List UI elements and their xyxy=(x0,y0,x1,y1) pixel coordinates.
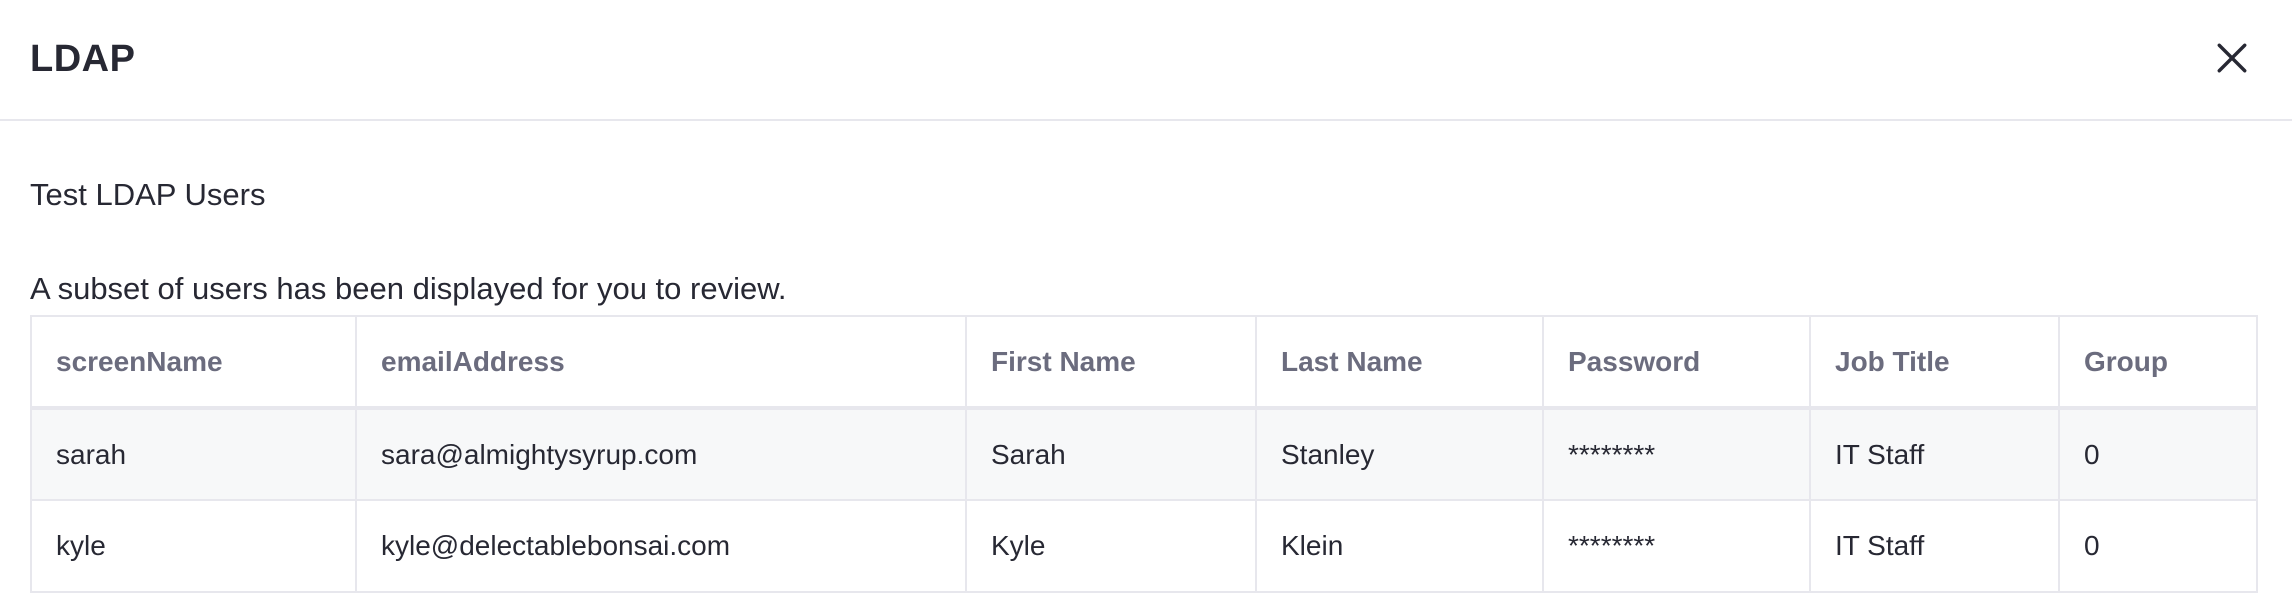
cell-first-name: Kyle xyxy=(965,499,1257,593)
column-header-first-name: First Name xyxy=(965,315,1257,410)
column-header-last-name: Last Name xyxy=(1255,315,1544,410)
cell-emailaddress: kyle@delectablebonsai.com xyxy=(355,499,967,593)
cell-last-name: Klein xyxy=(1255,499,1544,593)
table-header-row: screenName emailAddress First Name Last … xyxy=(30,315,2258,410)
cell-group: 0 xyxy=(2058,407,2258,501)
cell-last-name: Stanley xyxy=(1255,407,1544,501)
section-title: Test LDAP Users xyxy=(30,177,266,212)
close-icon xyxy=(2215,41,2249,78)
cell-job-title: IT Staff xyxy=(1809,407,2060,501)
cell-group: 0 xyxy=(2058,499,2258,593)
description: A subset of users has been displayed for… xyxy=(30,271,787,306)
table-row: kyle kyle@delectablebonsai.com Kyle Klei… xyxy=(30,499,2258,593)
modal-body: Test LDAP Users A subset of users has be… xyxy=(0,177,2292,593)
close-button[interactable] xyxy=(2202,30,2262,90)
column-header-job-title: Job Title xyxy=(1809,315,2060,410)
table-row: sarah sara@almightysyrup.com Sarah Stanl… xyxy=(30,407,2258,501)
modal-title: LDAP xyxy=(30,38,136,80)
column-header-group: Group xyxy=(2058,315,2258,410)
users-table: screenName emailAddress First Name Last … xyxy=(30,315,2258,593)
cell-first-name: Sarah xyxy=(965,407,1257,501)
cell-password: ******** xyxy=(1542,499,1811,593)
column-header-emailaddress: emailAddress xyxy=(355,315,967,410)
cell-password: ******** xyxy=(1542,407,1811,501)
modal-header: LDAP xyxy=(0,0,2292,121)
cell-emailaddress: sara@almightysyrup.com xyxy=(355,407,967,501)
cell-screenname: kyle xyxy=(30,499,357,593)
column-header-screenname: screenName xyxy=(30,315,357,410)
cell-job-title: IT Staff xyxy=(1809,499,2060,593)
ldap-modal: LDAP Test LDAP Users A subset of users h… xyxy=(0,0,2292,608)
column-header-password: Password xyxy=(1542,315,1811,410)
cell-screenname: sarah xyxy=(30,407,357,501)
